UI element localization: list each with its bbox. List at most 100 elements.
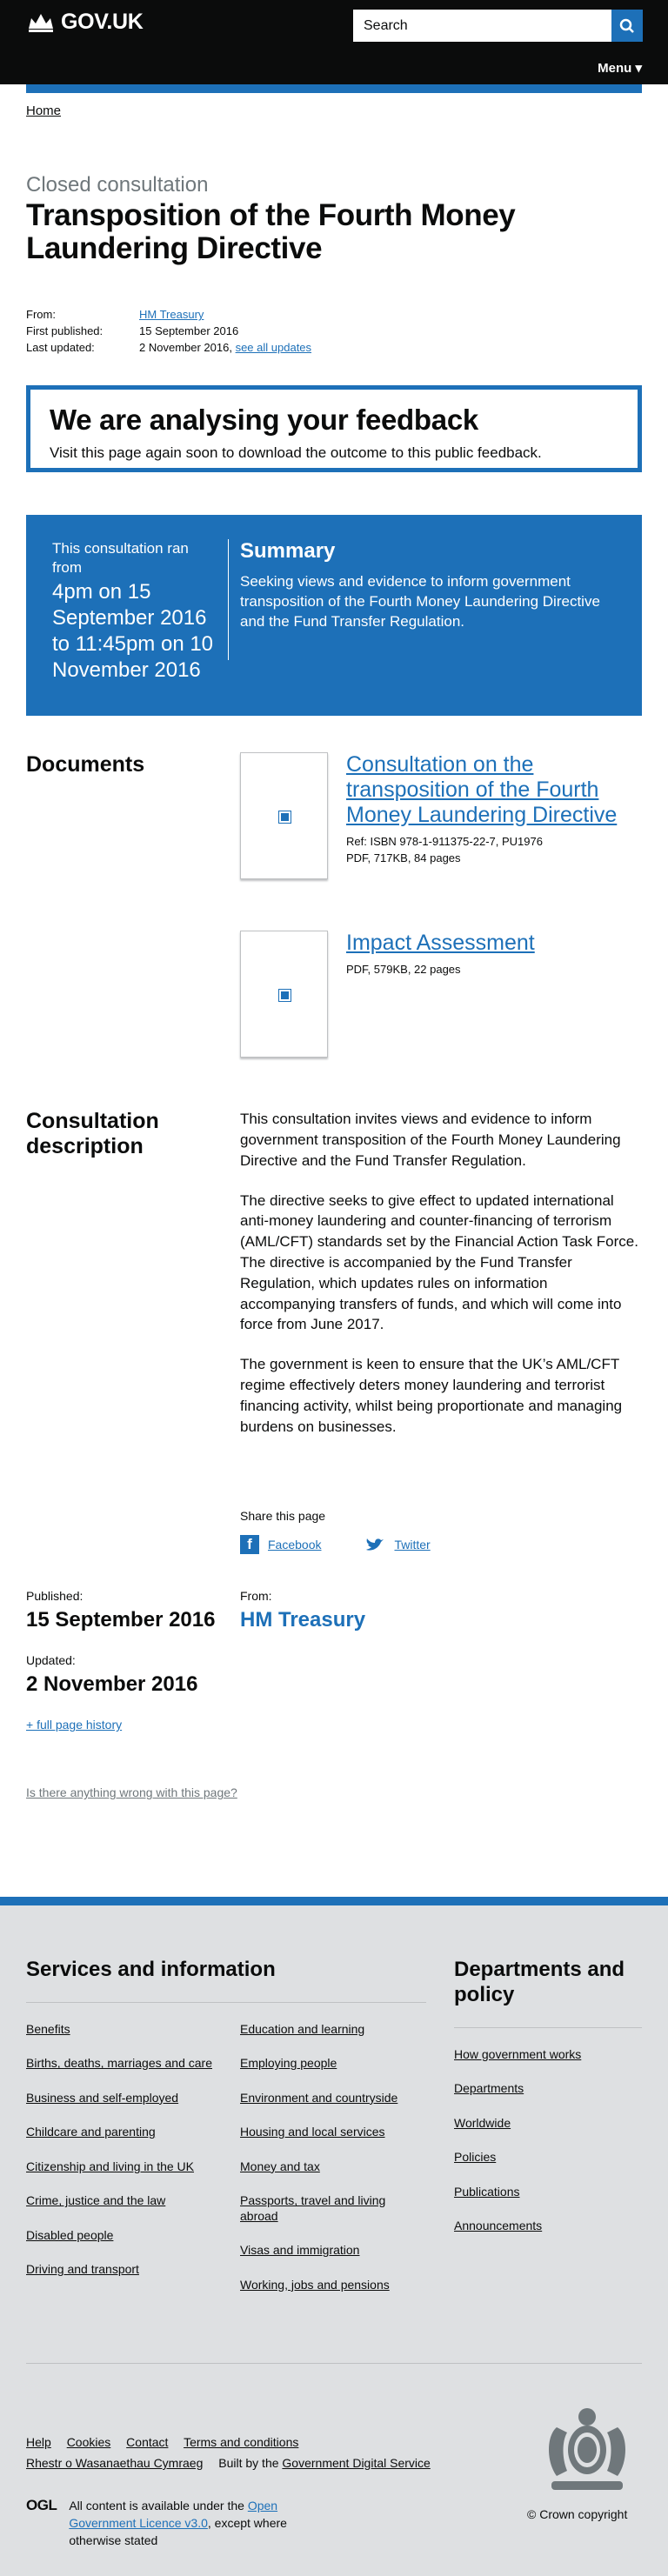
share-links: Share this page f Facebook Twitter bbox=[240, 1509, 642, 1555]
document-icon bbox=[278, 989, 291, 1003]
consultation-summary: Summary Seeking views and evidence to in… bbox=[240, 539, 614, 632]
footer-link[interactable]: Disabled people bbox=[26, 2228, 113, 2242]
documents-section: Documents Consultation on the transposit… bbox=[26, 752, 642, 1109]
licence-prefix: All content is available under the bbox=[69, 2499, 244, 2513]
menu-button[interactable]: Menu ▾ bbox=[598, 60, 642, 76]
description-paragraph: This consultation invites views and evid… bbox=[240, 1111, 621, 1169]
crown-icon bbox=[29, 13, 53, 32]
first-published-value: 15 September 2016 bbox=[139, 324, 239, 338]
footer-link[interactable]: How government works bbox=[454, 2047, 581, 2061]
updated-value: 2 November 2016 bbox=[26, 1672, 198, 1697]
footer-link[interactable]: Visas and immigration bbox=[240, 2243, 359, 2257]
footer-meta: Help Cookies Contact Terms and condition… bbox=[26, 2432, 443, 2473]
footer-link[interactable]: Worldwide bbox=[454, 2116, 511, 2130]
departments-heading: Departments and policy bbox=[454, 1958, 642, 2028]
document-title-link[interactable]: Consultation on the transposition of the… bbox=[346, 752, 617, 827]
document-item: Consultation on the transposition of the… bbox=[240, 752, 642, 880]
footer-link[interactable]: Benefits bbox=[26, 2022, 70, 2036]
services-list: Benefits Births, deaths, marriages and c… bbox=[26, 2022, 240, 2312]
footer-link[interactable]: Citizenship and living in the UK bbox=[26, 2159, 194, 2173]
footer-link[interactable]: Passports, travel and living abroad bbox=[240, 2193, 385, 2223]
footer-meta-link[interactable]: Terms and conditions bbox=[184, 2435, 298, 2449]
govuk-logo-link[interactable]: GOV.UK bbox=[26, 10, 144, 35]
footer-link[interactable]: Money and tax bbox=[240, 2159, 320, 2173]
services-heading: Services and information bbox=[26, 1958, 426, 2003]
summary-heading: Summary bbox=[240, 539, 336, 564]
metadata: From: HM Treasury First published: 15 Se… bbox=[26, 306, 642, 356]
footer-services: Services and information Benefits Births… bbox=[26, 1958, 426, 2312]
footer-meta-link[interactable]: Contact bbox=[126, 2435, 168, 2449]
footer-link[interactable]: Business and self-employed bbox=[26, 2091, 178, 2105]
search-input[interactable] bbox=[353, 10, 611, 42]
notice-text: Visit this page again soon to download t… bbox=[50, 444, 542, 461]
footer-link[interactable]: Childcare and parenting bbox=[26, 2125, 156, 2139]
consultation-date-range: 4pm on 15 September 2016 to 11:45pm on 1… bbox=[52, 580, 214, 683]
description-body: This consultation invites views and evid… bbox=[240, 1109, 642, 1456]
licence: OGL All content is available under the O… bbox=[26, 2497, 304, 2549]
description-paragraph: The directive seeks to give effect to up… bbox=[240, 1191, 638, 1333]
see-all-updates-link[interactable]: see all updates bbox=[236, 339, 311, 356]
breadcrumb-home-link[interactable]: Home bbox=[26, 103, 61, 118]
footer-meta-link[interactable]: Help bbox=[26, 2435, 51, 2449]
from-label: From: bbox=[26, 308, 56, 322]
footer-link[interactable]: Births, deaths, marriages and care bbox=[26, 2056, 212, 2070]
organisation-link[interactable]: HM Treasury bbox=[240, 1608, 365, 1632]
document-thumbnail[interactable] bbox=[240, 752, 328, 880]
crown-copyright-link[interactable]: © Crown copyright bbox=[527, 2507, 627, 2521]
footer-link[interactable]: Working, jobs and pensions bbox=[240, 2278, 390, 2292]
footer-meta-link[interactable]: Cookies bbox=[67, 2435, 111, 2449]
feedback-notice: We are analysing your feedback Visit thi… bbox=[26, 385, 642, 473]
footer-link[interactable]: Publications bbox=[454, 2185, 520, 2199]
search-button[interactable] bbox=[611, 10, 643, 42]
footer-link[interactable]: Housing and local services bbox=[240, 2125, 385, 2139]
document-icon bbox=[278, 811, 291, 824]
footer-divider bbox=[26, 2363, 642, 2364]
document-info: PDF, 579KB, 22 pages bbox=[346, 963, 461, 977]
summary-text: Seeking views and evidence to inform gov… bbox=[240, 573, 600, 631]
document-title-link[interactable]: Impact Assessment bbox=[346, 931, 535, 955]
full-page-history-link[interactable]: + full page history bbox=[26, 1718, 122, 1732]
description-heading: Consultation description bbox=[26, 1109, 159, 1159]
breadcrumb: Home bbox=[26, 103, 642, 118]
footer-link[interactable]: Environment and countryside bbox=[240, 2091, 397, 2105]
footer-link[interactable]: Announcements bbox=[454, 2219, 542, 2232]
footer-link[interactable]: Driving and transport bbox=[26, 2262, 139, 2276]
report-problem-link[interactable]: Is there anything wrong with this page? bbox=[26, 1785, 237, 1799]
twitter-share: Twitter bbox=[364, 1535, 431, 1554]
page-context: Closed consultation bbox=[26, 173, 209, 197]
share-label: Share this page bbox=[240, 1509, 326, 1524]
page-title: Transposition of the Fourth Money Launde… bbox=[26, 198, 516, 266]
twitter-icon bbox=[366, 1538, 384, 1551]
built-by-text: Built by the bbox=[218, 2456, 279, 2470]
banner-divider bbox=[228, 539, 229, 661]
facebook-share-link[interactable]: Facebook bbox=[268, 1538, 321, 1552]
document-item: Impact Assessment PDF, 579KB, 22 pages bbox=[240, 931, 642, 1058]
publication-info: Published: 15 September 2016 Updated: 2 … bbox=[26, 1589, 642, 1697]
footer-link[interactable]: Departments bbox=[454, 2081, 524, 2095]
header-blue-bar bbox=[26, 84, 642, 93]
services-list: Education and learning Employing people … bbox=[240, 2022, 426, 2312]
last-updated-value: 2 November 2016, bbox=[139, 341, 232, 355]
published-value: 15 September 2016 bbox=[26, 1608, 216, 1632]
published-label: Published: bbox=[26, 1589, 84, 1604]
from-label-bottom: From: bbox=[240, 1589, 272, 1604]
consultation-ran-from: This consultation ran from bbox=[52, 540, 189, 577]
consultation-dates: This consultation ran from 4pm on 15 Sep… bbox=[52, 539, 217, 684]
twitter-share-link[interactable]: Twitter bbox=[394, 1538, 430, 1552]
footer-link[interactable]: Employing people bbox=[240, 2056, 337, 2070]
first-published-label: First published: bbox=[26, 324, 104, 338]
site-footer: Services and information Benefits Births… bbox=[0, 1897, 668, 2576]
footer-link[interactable]: Education and learning bbox=[240, 2022, 364, 2036]
footer-link[interactable]: Policies bbox=[454, 2150, 496, 2164]
ogl-logo: OGL bbox=[26, 2497, 57, 2513]
from-organisation-link[interactable]: HM Treasury bbox=[139, 306, 204, 323]
gds-link[interactable]: Government Digital Service bbox=[282, 2456, 430, 2470]
search-icon bbox=[619, 18, 634, 33]
footer-link[interactable]: Crime, justice and the law bbox=[26, 2193, 165, 2207]
notice-heading: We are analysing your feedback bbox=[50, 404, 478, 437]
footer-meta-link[interactable]: Rhestr o Wasanaethau Cymraeg bbox=[26, 2456, 203, 2470]
document-thumbnail[interactable] bbox=[240, 931, 328, 1058]
departments-list: How government works Departments Worldwi… bbox=[454, 2047, 642, 2234]
consultation-banner: This consultation ran from 4pm on 15 Sep… bbox=[26, 515, 642, 717]
facebook-share: f Facebook bbox=[240, 1535, 321, 1555]
